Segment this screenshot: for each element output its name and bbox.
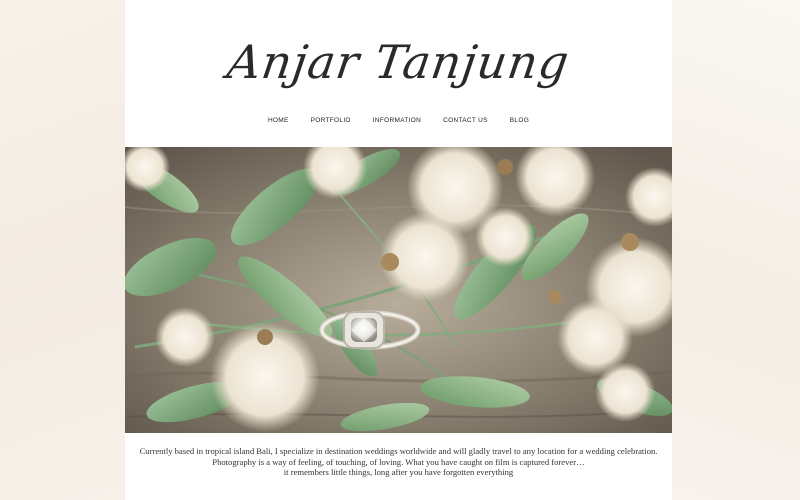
nav-item-contact-us[interactable]: CONTACT US <box>443 113 488 129</box>
page-container: Anjar Tanjung HOME PORTFOLIO INFORMATION… <box>125 0 672 500</box>
background-left <box>0 0 125 500</box>
nav-item-information[interactable]: INFORMATION <box>373 113 421 129</box>
main-nav: HOME PORTFOLIO INFORMATION CONTACT US BL… <box>125 113 672 129</box>
nav-item-portfolio[interactable]: PORTFOLIO <box>311 113 351 129</box>
intro-line-2: Photography is a way of feeling, of touc… <box>212 456 585 467</box>
intro-line-1: Currently based in tropical island Bali,… <box>139 446 658 456</box>
nav-item-blog[interactable]: BLOG <box>510 113 529 129</box>
background-right <box>672 0 800 500</box>
site-logo[interactable]: Anjar Tanjung <box>119 22 677 102</box>
ring-photo <box>125 147 672 433</box>
nav-item-home[interactable]: HOME <box>268 113 289 129</box>
intro-text: Currently based in tropical island Bali,… <box>125 446 672 478</box>
intro-line-3: it remembers little things, long after y… <box>283 467 514 477</box>
hero-image <box>125 147 672 433</box>
